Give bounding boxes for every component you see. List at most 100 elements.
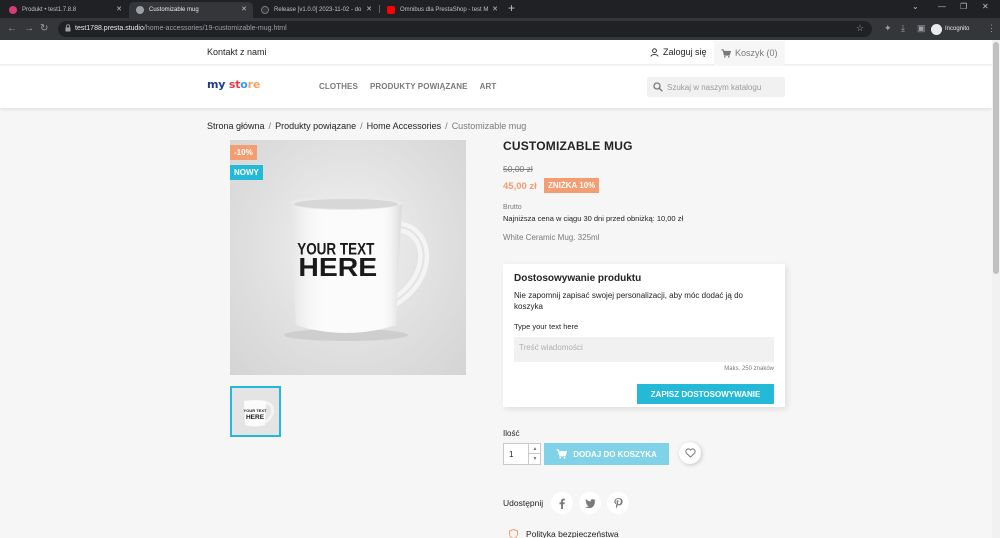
facebook-share-button[interactable] — [551, 492, 574, 514]
browser-tab-title: Omnibus dla PrestaShop - test M — [400, 7, 489, 13]
side-panel-icon[interactable]: ▣ — [917, 23, 926, 34]
user-icon — [650, 48, 659, 57]
decrease-quantity-icon[interactable]: ▼ — [529, 454, 541, 464]
search-widget — [647, 77, 785, 97]
mug-text-line-2: HERE — [298, 253, 377, 281]
bookmark-star-icon[interactable]: ☆ — [856, 23, 864, 34]
shopping-cart-icon — [721, 48, 731, 58]
mug-image: YOUR TEXT HERE — [284, 196, 430, 341]
twitter-icon — [584, 498, 596, 508]
tab-search-chevron-icon[interactable]: ⌄ — [912, 2, 919, 11]
share-label: Udostępnij — [503, 498, 544, 508]
product-thumbnail[interactable]: YOUR TEXT HERE — [230, 386, 281, 437]
url-path: /home-accessories/19-customizable-mug.ht… — [143, 25, 287, 32]
new-flag: NOWY — [230, 165, 263, 180]
customization-text-input[interactable] — [514, 337, 774, 362]
close-tab-icon[interactable]: ✕ — [116, 2, 122, 18]
quantity-label: Ilość — [503, 429, 520, 438]
add-to-cart-button[interactable]: DODAJ DO KOSZYKA — [544, 443, 669, 465]
minimize-window-icon[interactable]: — — [938, 2, 946, 11]
save-customization-button[interactable]: ZAPISZ DOSTOSOWYWANIE — [637, 384, 774, 404]
breadcrumb-separator: / — [268, 121, 272, 131]
breadcrumb-home-accessories[interactable]: Home Accessories — [367, 121, 442, 131]
browser-menu-dots-icon[interactable]: ⋮ — [987, 23, 996, 34]
forward-arrow-icon[interactable]: → — [24, 22, 34, 36]
browser-tab[interactable]: Produkt • test1.7.8.8 ✕ — [2, 2, 128, 18]
shield-icon — [509, 529, 518, 538]
breadcrumb: Strona główna / Produkty powiązane / Home Ac… — [207, 121, 526, 131]
discount-flag: -10% — [230, 145, 257, 160]
customization-field-label: Type your text here — [514, 322, 579, 331]
product-cover-image[interactable]: YOUR TEXT HERE -10% NOWY — [230, 140, 466, 375]
browser-tab-title: Produkt • test1.7.8.8 — [22, 7, 77, 13]
breadcrumb-related-products[interactable]: Produkty powiązane — [275, 121, 356, 131]
customization-heading: Dostosowywanie produktu — [514, 273, 642, 284]
breadcrumb-current: Customizable mug — [451, 121, 527, 131]
product-customization-panel: Dostosowywanie produktu Nie zapomnij zap… — [503, 264, 785, 407]
extensions-puzzle-icon[interactable]: ✦ — [884, 23, 892, 34]
facebook-icon — [559, 498, 566, 509]
browser-tab-strip: Produkt • test1.7.8.8 ✕ Customizable mug… — [0, 0, 1000, 18]
main-header: my store CLOTHES PRODUKTY POWIĄZANE ART — [0, 66, 992, 108]
thumb-text-line-2: HERE — [246, 414, 265, 421]
omnibus-lowest-price: Najniższa cena w ciągu 30 dni przed obni… — [503, 214, 684, 223]
browser-tab-active[interactable]: Customizable mug ✕ — [129, 2, 253, 18]
contact-link[interactable]: Kontakt z nami — [207, 40, 267, 65]
short-description: White Ceramic Mug. 325ml — [503, 233, 600, 242]
breadcrumb-home[interactable]: Strona główna — [207, 121, 265, 131]
browser-tab[interactable]: Release [v1.0.0] 2023-11-02 - do ✕ — [254, 2, 378, 18]
menu-item-art[interactable]: ART — [480, 66, 497, 108]
store-logo[interactable]: my store — [207, 78, 260, 91]
customization-note: Nie zapomnij zapisać swojej personalizac… — [514, 291, 744, 311]
address-bar[interactable]: test1788.presta.studio/home-accessories/… — [58, 21, 872, 37]
reassurance-item: Polityka bezpieczeństwa — [509, 529, 619, 538]
close-window-icon[interactable]: ✕ — [982, 2, 989, 11]
social-sharing: Udostępnij — [503, 492, 630, 514]
heart-icon — [684, 448, 696, 458]
wishlist-button[interactable] — [679, 442, 701, 464]
download-icon[interactable]: ⤓ — [901, 23, 905, 34]
close-tab-icon[interactable]: ✕ — [241, 2, 247, 18]
quantity-stepper: ▲ ▼ — [503, 443, 541, 465]
pinterest-icon — [614, 497, 623, 508]
url-host: test1788.presta.studio — [75, 25, 144, 32]
cart-button[interactable]: Koszyk (0) — [714, 41, 785, 65]
quantity-input[interactable] — [504, 444, 528, 464]
close-tab-icon[interactable]: ✕ — [366, 2, 372, 18]
prestashop-favicon-icon — [9, 6, 17, 14]
max-characters-hint: Maks. 250 znaków — [724, 366, 774, 372]
lock-icon — [65, 24, 71, 32]
search-input[interactable] — [667, 77, 782, 97]
incognito-avatar-icon — [931, 23, 942, 35]
search-icon[interactable] — [653, 82, 663, 92]
main-menu: CLOTHES PRODUKTY POWIĄZANE ART — [319, 66, 508, 108]
page-scrollbar[interactable] — [992, 40, 1000, 538]
back-arrow-icon[interactable]: ← — [7, 22, 17, 36]
twitter-share-button[interactable] — [579, 492, 602, 514]
url-text: test1788.presta.studio/home-accessories/… — [75, 21, 287, 37]
scrollbar-thumb[interactable] — [993, 42, 999, 274]
menu-item-related-products[interactable]: PRODUKTY POWIĄZANE — [370, 66, 468, 108]
header-nav-bar: Kontakt z nami Zaloguj się Koszyk (0) — [0, 40, 992, 65]
increase-quantity-icon[interactable]: ▲ — [529, 444, 541, 454]
browser-tab-title: Customizable mug — [149, 7, 199, 13]
reload-icon[interactable]: ↻ — [40, 22, 48, 36]
browser-tab[interactable]: Omnibus dla PrestaShop - test M ✕ — [380, 2, 504, 18]
tax-label: Brutto — [503, 204, 522, 211]
reassurance-label: Polityka bezpieczeństwa — [526, 529, 619, 538]
browser-toolbar: ← → ↻ test1788.presta.studio/home-access… — [0, 18, 1000, 40]
incognito-profile-button[interactable]: Incognito — [931, 22, 969, 36]
shopping-cart-icon — [556, 449, 568, 459]
web-page: Kontakt z nami Zaloguj się Koszyk (0) my… — [0, 40, 992, 538]
login-link[interactable]: Zaloguj się — [650, 40, 707, 65]
quantity-spinner: ▲ ▼ — [528, 444, 541, 464]
close-tab-icon[interactable]: ✕ — [492, 2, 498, 18]
cart-label: Koszyk (0) — [735, 48, 778, 58]
restore-window-icon[interactable]: ❐ — [960, 2, 967, 11]
pinterest-share-button[interactable] — [607, 492, 630, 514]
menu-item-clothes[interactable]: CLOTHES — [319, 66, 358, 108]
incognito-label: Incognito — [945, 26, 970, 32]
youtube-favicon-icon — [387, 6, 395, 14]
current-price: 45,00 zł — [503, 181, 537, 192]
new-tab-plus-icon[interactable]: + — [508, 1, 515, 15]
